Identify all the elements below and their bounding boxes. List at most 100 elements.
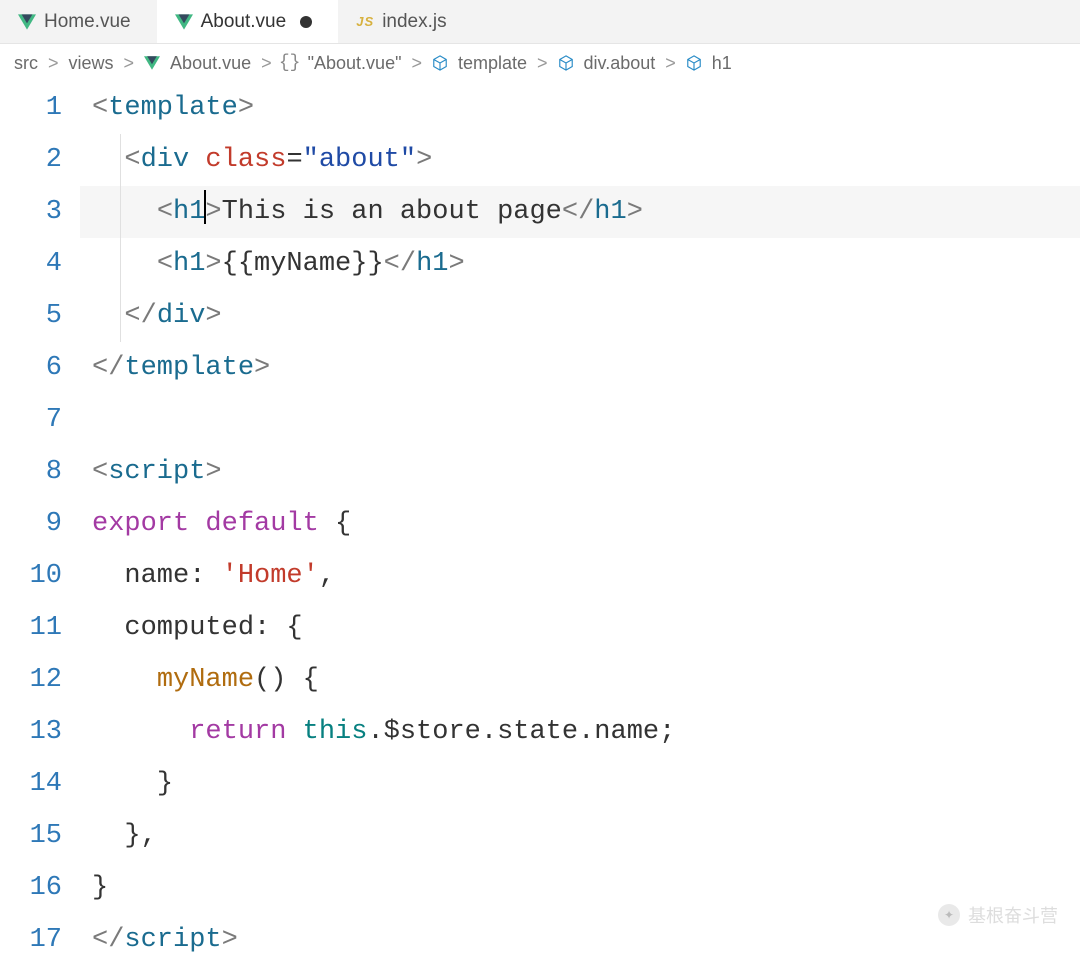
token: template [108, 93, 238, 123]
code-line[interactable]: <template> [92, 82, 1080, 134]
token: </ [92, 925, 124, 955]
code-line[interactable]: } [92, 862, 1080, 914]
code-editor[interactable]: 1234567891011121314151617 <template> <di… [0, 82, 1080, 966]
breadcrumb-item[interactable]: About.vue [170, 53, 251, 74]
token [92, 197, 157, 227]
breadcrumb-item[interactable]: template [458, 53, 527, 74]
tab-about-vue[interactable]: About.vue [157, 0, 339, 43]
token: > [205, 301, 221, 331]
line-number: 6 [0, 342, 62, 394]
token: h1 [173, 249, 205, 279]
vue-icon [175, 13, 193, 31]
vue-icon [18, 13, 36, 31]
line-number: 1 [0, 82, 62, 134]
breadcrumb-item[interactable]: h1 [712, 53, 732, 74]
line-number: 14 [0, 758, 62, 810]
line-number: 13 [0, 706, 62, 758]
breadcrumb-item[interactable]: src [14, 53, 38, 74]
token: </ [92, 353, 124, 383]
code-line[interactable]: <div class="about"> [92, 134, 1080, 186]
token: : { [254, 613, 303, 643]
token [92, 613, 124, 643]
token: "about" [303, 145, 416, 175]
line-number: 17 [0, 914, 62, 966]
token: }, [124, 821, 156, 851]
token: > [222, 925, 238, 955]
code-line[interactable]: } [92, 758, 1080, 810]
token: div [157, 301, 206, 331]
breadcrumb-separator-icon: > [48, 53, 59, 74]
token [92, 249, 157, 279]
code-line[interactable]: }, [92, 810, 1080, 862]
code-line[interactable]: </script> [92, 914, 1080, 966]
token: { [335, 509, 351, 539]
token: state [497, 717, 578, 747]
token: </ [562, 197, 594, 227]
token: } [157, 769, 173, 799]
cube-icon [686, 55, 702, 71]
code-line[interactable]: myName() { [92, 654, 1080, 706]
token: > [448, 249, 464, 279]
token: > [205, 457, 221, 487]
token: }} [351, 249, 383, 279]
breadcrumb-item[interactable]: "About.vue" [308, 53, 402, 74]
token: . [367, 717, 383, 747]
code-line[interactable]: export default { [92, 498, 1080, 550]
token: template [124, 353, 254, 383]
token: < [157, 197, 173, 227]
cube-icon [432, 55, 448, 71]
token: myName [157, 665, 254, 695]
token [92, 717, 189, 747]
code-line[interactable]: </div> [92, 290, 1080, 342]
token [189, 509, 205, 539]
token: () { [254, 665, 319, 695]
token: h1 [416, 249, 448, 279]
code-line[interactable] [92, 394, 1080, 446]
wechat-icon: ✦ [938, 904, 960, 926]
line-number: 10 [0, 550, 62, 602]
breadcrumb-item[interactable]: views [69, 53, 114, 74]
line-number: 4 [0, 238, 62, 290]
code-line[interactable]: <script> [92, 446, 1080, 498]
token: </ [384, 249, 416, 279]
braces-icon: {} [282, 55, 298, 71]
token: name [594, 717, 659, 747]
watermark-text: 基根奋斗营 [968, 902, 1058, 928]
code-line[interactable]: </template> [92, 342, 1080, 394]
token: export [92, 509, 189, 539]
line-number: 9 [0, 498, 62, 550]
unsaved-indicator-icon [300, 16, 312, 28]
token [319, 509, 335, 539]
watermark: ✦ 基根奋斗营 [938, 902, 1058, 928]
token: } [92, 873, 108, 903]
vue-icon [144, 55, 160, 71]
code-line[interactable]: return this.$store.state.name; [92, 706, 1080, 758]
token: > [205, 249, 221, 279]
token [92, 561, 124, 591]
line-number: 16 [0, 862, 62, 914]
token: script [108, 457, 205, 487]
token: class [205, 145, 286, 175]
line-number: 15 [0, 810, 62, 862]
code-line[interactable]: <h1>This is an about page</h1> [92, 186, 1080, 238]
breadcrumb-item[interactable]: div.about [584, 53, 656, 74]
code-line[interactable]: name: 'Home', [92, 550, 1080, 602]
breadcrumb-separator-icon: > [411, 53, 422, 74]
token: > [416, 145, 432, 175]
token: < [92, 93, 108, 123]
code-area[interactable]: <template> <div class="about"> <h1>This … [80, 82, 1080, 966]
tab-index-js[interactable]: JS index.js [338, 0, 472, 43]
line-number: 7 [0, 394, 62, 446]
js-icon: JS [356, 13, 374, 31]
breadcrumb-separator-icon: > [537, 53, 548, 74]
tab-label: index.js [382, 11, 446, 33]
code-line[interactable]: <h1>{{myName}}</h1> [92, 238, 1080, 290]
code-line[interactable]: computed: { [92, 602, 1080, 654]
token: $store [384, 717, 481, 747]
token: : [189, 561, 221, 591]
token: < [157, 249, 173, 279]
tab-home-vue[interactable]: Home.vue [0, 0, 157, 43]
token: . [481, 717, 497, 747]
breadcrumb-separator-icon: > [261, 53, 272, 74]
line-number: 2 [0, 134, 62, 186]
